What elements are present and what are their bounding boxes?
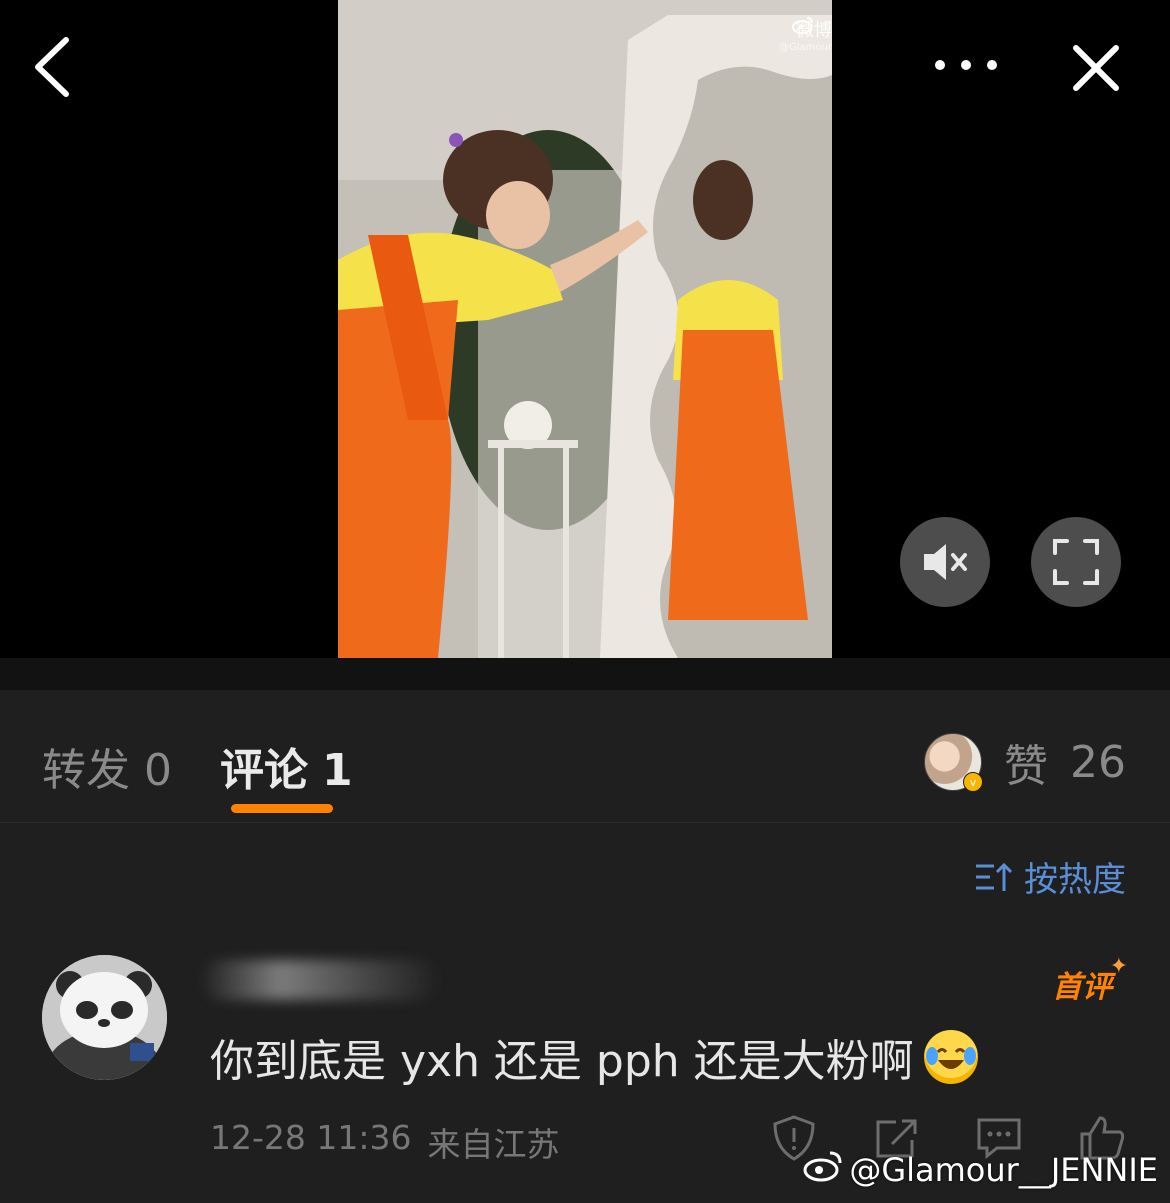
tab-repost-label: 转发 xyxy=(42,745,130,796)
tab-comment-count: 1 xyxy=(322,745,353,796)
laugh-cry-emoji-icon xyxy=(923,1030,978,1084)
commenter-username-blurred[interactable] xyxy=(200,960,440,1000)
fullscreen-button[interactable] xyxy=(1031,517,1121,607)
tab-bar: 转发 0 评论 1 v 赞 26 xyxy=(0,690,1170,823)
tab-comment-label: 评论 xyxy=(220,745,308,796)
more-button[interactable] xyxy=(924,40,1008,90)
first-comment-badge: 首评 ✦ xyxy=(1052,954,1128,1006)
back-button[interactable] xyxy=(28,34,78,100)
tab-repost[interactable]: 转发 0 xyxy=(42,734,172,798)
video-content-illustration xyxy=(338,0,832,658)
tab-repost-count: 0 xyxy=(144,745,172,796)
more-dots-icon xyxy=(935,60,997,70)
tab-likes[interactable]: v 赞 26 xyxy=(924,730,1126,794)
video-watermark: 微博 @Glamour xyxy=(779,16,832,53)
fullscreen-icon xyxy=(1053,539,1099,585)
comment-text: 你到底是 yxh 还是 pph 还是大粉啊 xyxy=(210,1036,914,1087)
active-tab-indicator xyxy=(231,804,333,813)
sort-button[interactable]: 按热度 xyxy=(974,852,1126,901)
sparkle-icon: ✦ xyxy=(1109,954,1128,979)
video-player[interactable]: 微博 @Glamour xyxy=(0,0,1170,658)
commenter-avatar[interactable] xyxy=(42,955,167,1080)
weibo-logo-icon xyxy=(803,1150,843,1190)
page: 微博 @Glamour 转发 0 评论 1 v 赞 26 按热度 首评 ✦ 你到… xyxy=(0,0,1170,1203)
close-icon xyxy=(1073,45,1119,91)
comment-time: 12-28 11:36 xyxy=(210,1118,412,1157)
divider xyxy=(0,658,1170,690)
tab-comment[interactable]: 评论 1 xyxy=(220,734,353,798)
comment-location: 来自江苏 xyxy=(427,1125,560,1164)
first-comment-badge-label: 首评 xyxy=(1052,970,1112,1005)
comment-meta: 12-28 11:36 来自江苏 xyxy=(210,1118,559,1166)
tab-likes-count: 26 xyxy=(1070,736,1126,788)
weibo-watermark: @Glamour__JENNIE xyxy=(803,1150,1158,1190)
weibo-watermark-text: @Glamour__JENNIE xyxy=(849,1151,1158,1189)
sort-icon xyxy=(976,862,1012,891)
speaker-muted-icon xyxy=(924,544,967,580)
chevron-left-icon xyxy=(35,37,69,97)
panda-avatar-illustration xyxy=(42,955,167,1080)
sort-label: 按热度 xyxy=(1024,860,1126,900)
verified-badge-icon: v xyxy=(963,772,983,792)
close-button[interactable] xyxy=(1066,38,1126,98)
video-frame[interactable]: 微博 @Glamour xyxy=(338,0,832,658)
mute-button[interactable] xyxy=(900,517,990,607)
video-watermark-handle: @Glamour xyxy=(779,42,832,53)
comment-body[interactable]: 你到底是 yxh 还是 pph 还是大粉啊 xyxy=(210,1025,978,1089)
liker-avatar[interactable]: v xyxy=(924,733,983,792)
tab-likes-label: 赞 xyxy=(1004,741,1048,792)
